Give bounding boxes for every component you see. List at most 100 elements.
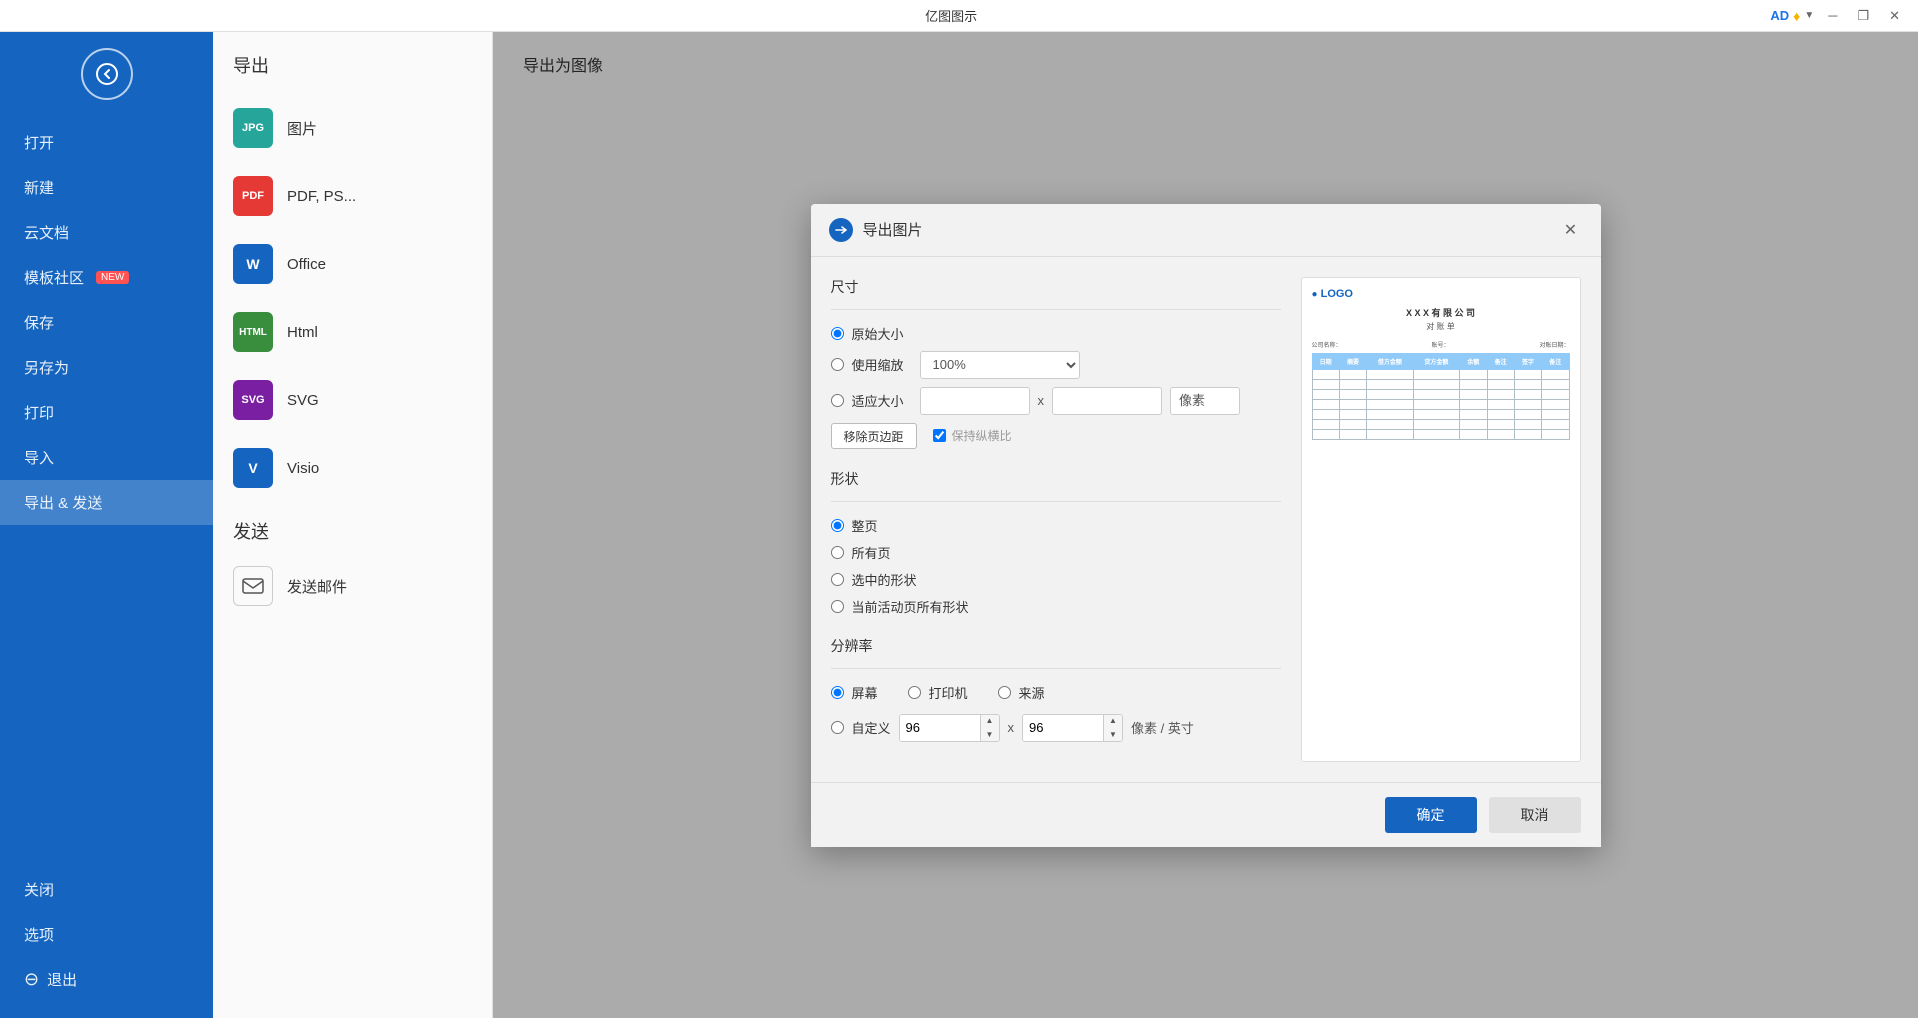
- custom-label[interactable]: 自定义: [852, 718, 891, 737]
- source-label[interactable]: 来源: [1019, 683, 1045, 702]
- table-row: [1312, 429, 1569, 439]
- modal-preview: ● LOGO X X X 有 限 公 司 对 账 单 公司名称： 账号： 对账日…: [1301, 277, 1581, 762]
- size-section-title: 尺寸: [831, 277, 1281, 297]
- resolution-divider: [831, 668, 1281, 669]
- original-size-row: 原始大小: [831, 324, 1281, 343]
- maximize-button[interactable]: ❐: [1851, 6, 1875, 26]
- adapt-width-input[interactable]: 1122.52: [920, 387, 1030, 415]
- spinbox-x-down[interactable]: ▼: [981, 728, 999, 742]
- custom-x-input[interactable]: [900, 715, 980, 741]
- custom-y-spinbox: ▲ ▼: [1022, 714, 1123, 742]
- user-dropdown-icon[interactable]: ▼: [1804, 10, 1814, 21]
- sidebar-item-templates[interactable]: 模板社区 NEW: [0, 255, 213, 300]
- custom-radio[interactable]: [831, 721, 844, 734]
- svg-label: SVG: [287, 392, 319, 409]
- table-row: [1312, 389, 1569, 399]
- export-image-modal: 导出图片 ✕ 尺寸 原始大小: [811, 204, 1601, 847]
- current-page-label[interactable]: 当前活动页所有形状: [852, 597, 969, 616]
- export-item-visio[interactable]: V Visio: [213, 434, 492, 502]
- unit-select[interactable]: 像素 厘米 英寸: [1170, 387, 1240, 415]
- source-radio[interactable]: [998, 686, 1011, 699]
- original-size-label[interactable]: 原始大小: [852, 324, 904, 343]
- spinbox-x-btns: ▲ ▼: [980, 714, 999, 742]
- scale-select[interactable]: 100% 50% 200%: [920, 351, 1080, 379]
- print-label: 打印: [24, 402, 54, 423]
- col-header-3: 借方金额: [1367, 353, 1414, 369]
- table-row: [1312, 369, 1569, 379]
- close-label: 关闭: [24, 879, 54, 900]
- spinbox-x-up[interactable]: ▲: [981, 714, 999, 728]
- col-header-6: 备注: [1487, 353, 1514, 369]
- cancel-button[interactable]: 取消: [1489, 797, 1581, 833]
- keep-portrait-checkbox[interactable]: [933, 429, 946, 442]
- printer-radio[interactable]: [908, 686, 921, 699]
- user-badge[interactable]: AD ♦ ▼: [1770, 8, 1814, 24]
- sidebar-item-options[interactable]: 选项: [0, 912, 213, 957]
- scale-radio[interactable]: [831, 358, 844, 371]
- printer-label[interactable]: 打印机: [929, 683, 968, 702]
- selected-shapes-row: 选中的形状: [831, 570, 1281, 589]
- col-header-5: 余额: [1460, 353, 1487, 369]
- pdf-label: PDF, PS...: [287, 188, 356, 205]
- current-page-radio[interactable]: [831, 600, 844, 613]
- size-section: 尺寸 原始大小 使用缩放 100: [831, 277, 1281, 449]
- screen-label[interactable]: 屏幕: [852, 683, 878, 702]
- original-size-radio[interactable]: [831, 327, 844, 340]
- sidebar-logo[interactable]: [0, 48, 213, 100]
- sidebar-item-open[interactable]: 打开: [0, 120, 213, 165]
- export-item-svg[interactable]: SVG SVG: [213, 366, 492, 434]
- full-page-radio[interactable]: [831, 519, 844, 532]
- modal-header-icon: [829, 218, 853, 242]
- selected-shapes-radio[interactable]: [831, 573, 844, 586]
- sidebar-bottom: 关闭 选项 ⊖ 退出: [0, 867, 213, 1002]
- spinbox-y-up[interactable]: ▲: [1104, 714, 1122, 728]
- full-page-row: 整页: [831, 516, 1281, 535]
- modal-close-button[interactable]: ✕: [1559, 218, 1583, 242]
- jpg-icon: JPG: [233, 108, 273, 148]
- all-pages-radio[interactable]: [831, 546, 844, 559]
- keep-portrait-label[interactable]: 保持纵横比: [952, 427, 1012, 444]
- modal-footer: 确定 取消: [811, 782, 1601, 847]
- sidebar-item-print[interactable]: 打印: [0, 390, 213, 435]
- modal-form: 尺寸 原始大小 使用缩放 100: [831, 277, 1281, 762]
- sidebar-item-cloud[interactable]: 云文档: [0, 210, 213, 255]
- selected-shapes-label[interactable]: 选中的形状: [852, 570, 917, 589]
- export-item-jpg[interactable]: JPG 图片: [213, 94, 492, 162]
- adapt-height-input[interactable]: 793.701: [1052, 387, 1162, 415]
- minimize-button[interactable]: ─: [1822, 6, 1843, 25]
- confirm-button[interactable]: 确定: [1385, 797, 1477, 833]
- adapt-label[interactable]: 适应大小: [852, 391, 904, 410]
- back-button[interactable]: [81, 48, 133, 100]
- screen-radio[interactable]: [831, 686, 844, 699]
- crown-icon: ♦: [1793, 8, 1800, 24]
- export-item-html[interactable]: HTML Html: [213, 298, 492, 366]
- spinbox-y-down[interactable]: ▼: [1104, 728, 1122, 742]
- close-button[interactable]: ✕: [1883, 6, 1906, 26]
- office-label: Office: [287, 256, 326, 273]
- sidebar-item-new[interactable]: 新建: [0, 165, 213, 210]
- scale-label[interactable]: 使用缩放: [852, 355, 904, 374]
- preview-image: ● LOGO X X X 有 限 公 司 对 账 单 公司名称： 账号： 对账日…: [1302, 278, 1580, 761]
- custom-x-spinbox: ▲ ▼: [899, 714, 1000, 742]
- sidebar-item-close[interactable]: 关闭: [0, 867, 213, 912]
- export-item-pdf[interactable]: PDF PDF, PS...: [213, 162, 492, 230]
- export-item-office[interactable]: W Office: [213, 230, 492, 298]
- sidebar-item-import[interactable]: 导入: [0, 435, 213, 480]
- adapt-input-group: 1122.52 x 793.701 像素 厘米 英寸: [920, 387, 1241, 415]
- send-email-item[interactable]: 发送邮件: [213, 552, 492, 620]
- printer-row: 打印机: [908, 683, 968, 702]
- sidebar-item-save[interactable]: 保存: [0, 300, 213, 345]
- preview-company: X X X 有 限 公 司: [1312, 306, 1570, 319]
- cloud-label: 云文档: [24, 222, 69, 243]
- sidebar-item-saveas[interactable]: 另存为: [0, 345, 213, 390]
- full-page-label[interactable]: 整页: [852, 516, 878, 535]
- title-bar: 亿图图示 AD ♦ ▼ ─ ❐ ✕: [0, 0, 1918, 32]
- sidebar-item-export-send[interactable]: 导出 & 发送: [0, 480, 213, 525]
- all-pages-label[interactable]: 所有页: [852, 543, 891, 562]
- remove-margin-button[interactable]: 移除页边距: [831, 423, 917, 449]
- window-controls: AD ♦ ▼ ─ ❐ ✕: [1770, 6, 1906, 26]
- svg-icon: SVG: [233, 380, 273, 420]
- sidebar-item-exit[interactable]: ⊖ 退出: [0, 957, 213, 1002]
- adapt-radio[interactable]: [831, 394, 844, 407]
- custom-y-input[interactable]: [1023, 715, 1103, 741]
